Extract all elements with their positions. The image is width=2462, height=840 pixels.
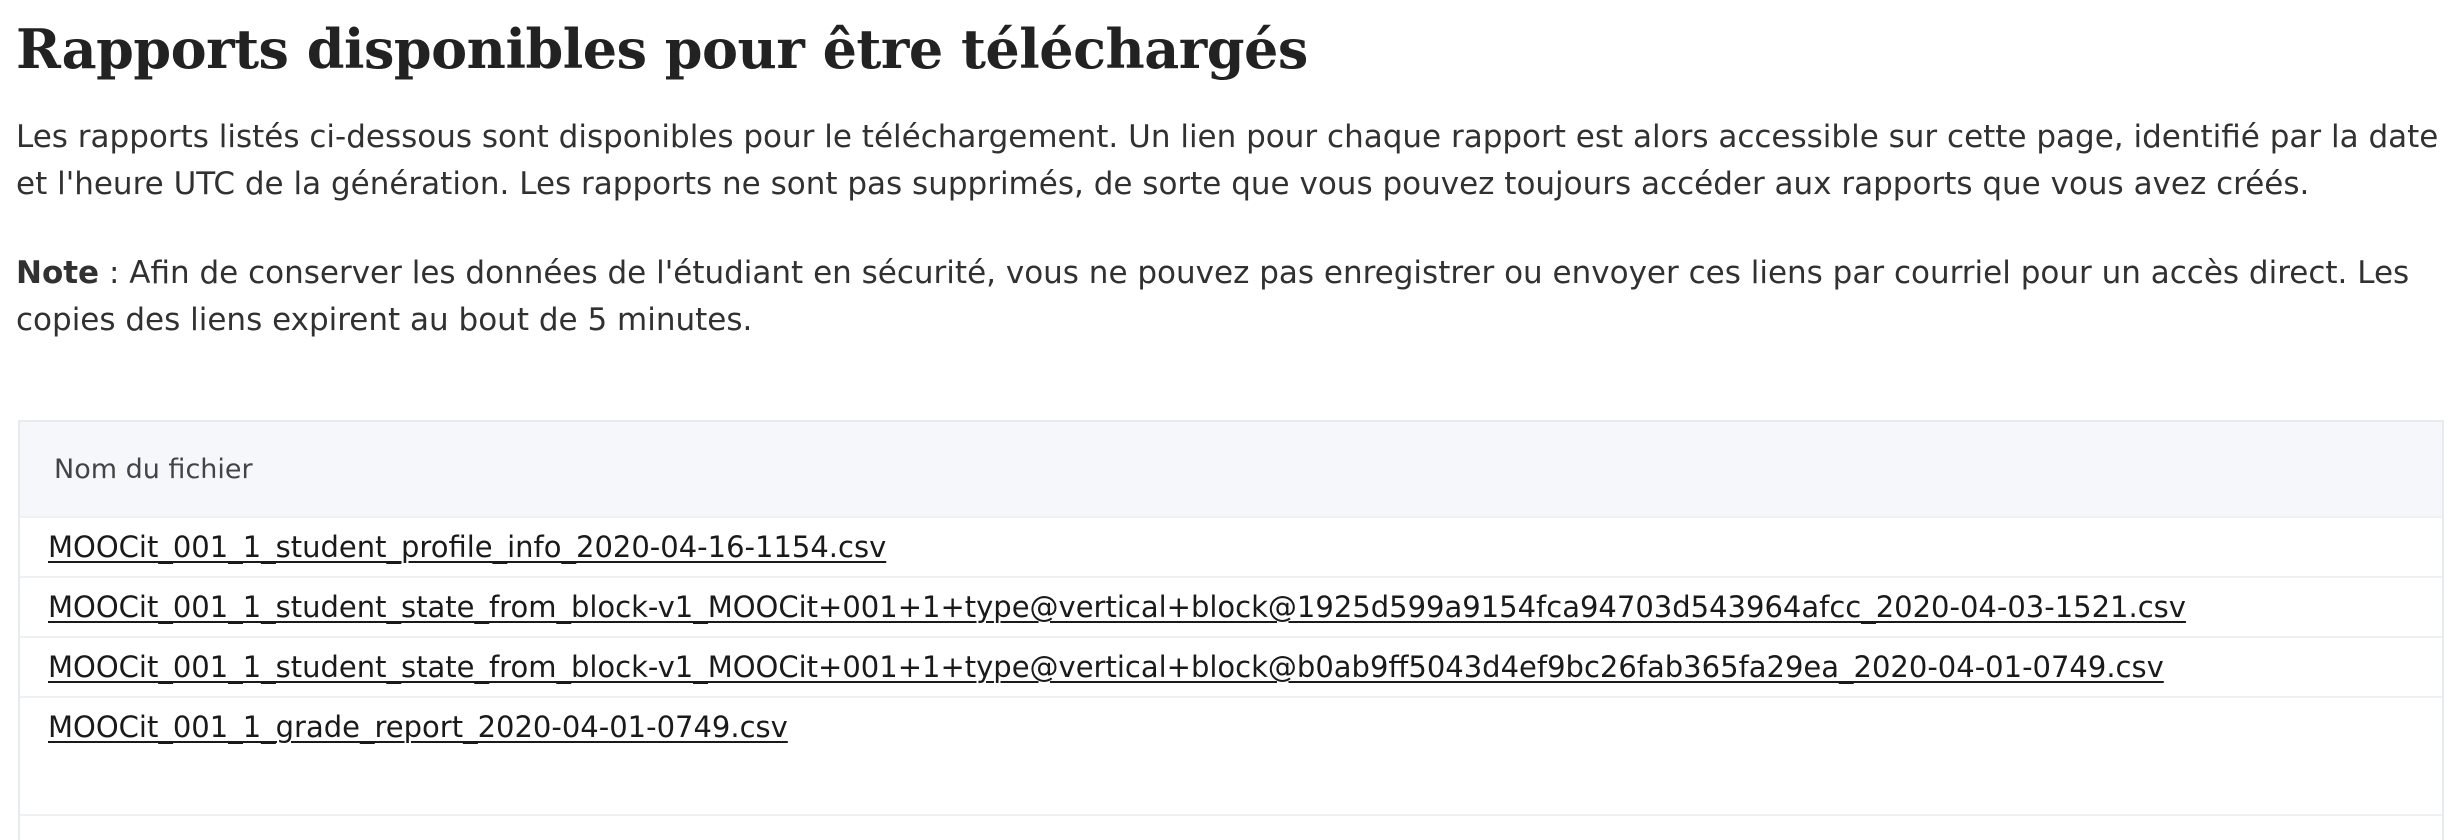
table-row: MOOCit_001_1_grade_report_2020-04-01-074… <box>20 698 2442 816</box>
note-paragraph: Note : Afin de conserver les données de … <box>16 250 2444 344</box>
report-link-student-state-1925d599[interactable]: MOOCit_001_1_student_state_from_block-v1… <box>48 590 2186 624</box>
report-link-profile-info[interactable]: MOOCit_001_1_student_profile_info_2020-0… <box>48 530 886 564</box>
intro-paragraph: Les rapports listés ci-dessous sont disp… <box>16 119 2439 202</box>
page: Rapports disponibles pour être télécharg… <box>0 0 2462 840</box>
table-row: MOOCit_001_1_student_state_from_block-v1… <box>20 578 2442 638</box>
column-header-filename: Nom du fichier <box>20 422 2442 518</box>
report-link-grade-report[interactable]: MOOCit_001_1_grade_report_2020-04-01-074… <box>48 710 788 744</box>
table-row: MOOCit_001_1_student_profile_info_2020-0… <box>20 518 2442 578</box>
note-text: : Afin de conserver les données de l'étu… <box>16 255 2410 338</box>
note-label: Note <box>16 255 100 291</box>
page-title: Rapports disponibles pour être télécharg… <box>16 17 1308 81</box>
table-row: MOOCit_001_1_student_state_from_block-v1… <box>20 638 2442 698</box>
report-link-student-state-b0ab9ff5[interactable]: MOOCit_001_1_student_state_from_block-v1… <box>48 650 2164 684</box>
reports-table: Nom du fichier MOOCit_001_1_student_prof… <box>18 420 2444 840</box>
reports-list: MOOCit_001_1_student_profile_info_2020-0… <box>20 518 2442 816</box>
